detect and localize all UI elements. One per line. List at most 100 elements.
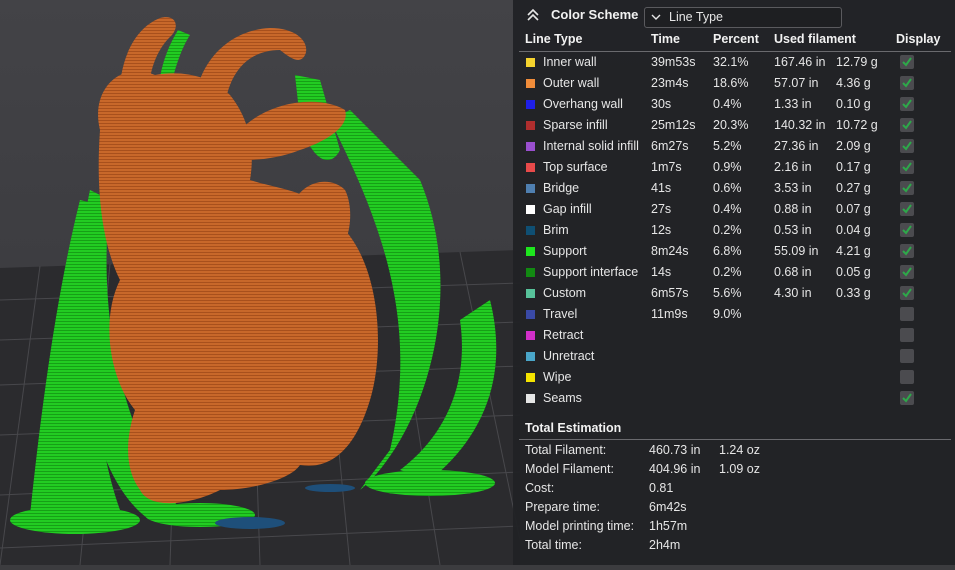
display-checkbox[interactable] xyxy=(900,97,914,111)
line-percent: 6.8% xyxy=(713,244,742,258)
line-time: 14s xyxy=(651,265,672,279)
line-length: 27.36 in xyxy=(774,139,819,153)
line-length: 167.46 in xyxy=(774,55,826,69)
estimation-row: Total Filament: 460.73 in 1.24 oz xyxy=(513,441,955,460)
line-weight: 2.09 g xyxy=(836,139,871,153)
check-icon xyxy=(902,162,912,172)
display-checkbox[interactable] xyxy=(900,181,914,195)
color-swatch xyxy=(526,247,535,256)
line-time: 1m7s xyxy=(651,160,682,174)
line-type-name: Retract xyxy=(543,328,584,342)
line-time: 8m24s xyxy=(651,244,689,258)
estimation-label: Cost: xyxy=(525,481,555,495)
table-row: Brim 12s 0.2% 0.53 in 0.04 g xyxy=(513,220,955,241)
line-percent: 5.2% xyxy=(713,139,742,153)
table-row: Bridge 41s 0.6% 3.53 in 0.27 g xyxy=(513,178,955,199)
line-time: 41s xyxy=(651,181,672,195)
line-length: 1.33 in xyxy=(774,97,812,111)
estimation-row: Model printing time: 1h57m xyxy=(513,517,955,536)
line-length: 4.30 in xyxy=(774,286,812,300)
line-type-name: Outer wall xyxy=(543,76,600,90)
table-row: Support 8m24s 6.8% 55.09 in 4.21 g xyxy=(513,241,955,262)
line-type-name: Wipe xyxy=(543,370,572,384)
check-icon xyxy=(902,393,912,403)
line-type-name: Support interface xyxy=(543,265,639,279)
color-swatch xyxy=(526,205,535,214)
line-weight: 0.17 g xyxy=(836,160,871,174)
line-weight: 0.33 g xyxy=(836,286,871,300)
color-swatch xyxy=(526,352,535,361)
line-length: 3.53 in xyxy=(774,181,812,195)
estimation-row: Model Filament: 404.96 in 1.09 oz xyxy=(513,460,955,479)
line-length: 55.09 in xyxy=(774,244,819,258)
color-swatch xyxy=(526,58,535,67)
color-swatch xyxy=(526,289,535,298)
col-line-type: Line Type xyxy=(525,32,583,46)
color-scheme-dropdown[interactable]: Line Type xyxy=(644,7,842,28)
line-time: 25m12s xyxy=(651,118,696,132)
check-icon xyxy=(902,78,912,88)
line-percent: 0.2% xyxy=(713,265,742,279)
line-percent: 0.9% xyxy=(713,160,742,174)
color-swatch xyxy=(526,79,535,88)
line-type-name: Top surface xyxy=(543,160,608,174)
line-type-name: Gap infill xyxy=(543,202,592,216)
estimation-label: Total Filament: xyxy=(525,443,607,457)
table-row: Travel 11m9s 9.0% xyxy=(513,304,955,325)
display-checkbox[interactable] xyxy=(900,139,914,153)
check-icon xyxy=(902,99,912,109)
line-type-name: Internal solid infill xyxy=(543,139,639,153)
table-row: Sparse infill 25m12s 20.3% 140.32 in 10.72 g xyxy=(513,115,955,136)
display-checkbox[interactable] xyxy=(900,244,914,258)
display-checkbox[interactable] xyxy=(900,286,914,300)
line-percent: 0.6% xyxy=(713,181,742,195)
line-time: 30s xyxy=(651,97,672,111)
line-percent: 32.1% xyxy=(713,55,749,69)
line-time: 11m9s xyxy=(651,307,688,321)
line-length: 57.07 in xyxy=(774,76,819,90)
line-percent: 0.4% xyxy=(713,97,742,111)
display-checkbox[interactable] xyxy=(900,391,914,405)
line-weight: 0.10 g xyxy=(836,97,871,111)
line-time: 23m4s xyxy=(651,76,689,90)
display-checkbox[interactable] xyxy=(900,265,914,279)
line-time: 6m27s xyxy=(651,139,689,153)
color-swatch xyxy=(526,163,535,172)
check-icon xyxy=(902,57,912,67)
line-percent: 9.0% xyxy=(713,307,742,321)
display-checkbox[interactable] xyxy=(900,349,914,363)
line-length: 0.68 in xyxy=(774,265,812,279)
line-type-name: Unretract xyxy=(543,349,595,363)
display-checkbox[interactable] xyxy=(900,328,914,342)
line-length: 0.53 in xyxy=(774,223,812,237)
estimation-row: Prepare time: 6m42s xyxy=(513,498,955,517)
collapse-icon[interactable] xyxy=(525,7,541,23)
line-type-name: Custom xyxy=(543,286,587,300)
line-type-name: Support xyxy=(543,244,587,258)
table-row: Inner wall 39m53s 32.1% 167.46 in 12.79 g xyxy=(513,52,955,73)
display-checkbox[interactable] xyxy=(900,55,914,69)
color-swatch xyxy=(526,268,535,277)
color-scheme-title: Color Scheme xyxy=(551,7,639,22)
check-icon xyxy=(902,183,912,193)
line-weight: 12.79 g xyxy=(836,55,878,69)
display-checkbox[interactable] xyxy=(900,370,914,384)
line-weight: 0.04 g xyxy=(836,223,871,237)
display-checkbox[interactable] xyxy=(900,160,914,174)
check-icon xyxy=(902,204,912,214)
table-row: Internal solid infill 6m27s 5.2% 27.36 in 2.… xyxy=(513,136,955,157)
check-icon xyxy=(902,246,912,256)
color-swatch xyxy=(526,184,535,193)
display-checkbox[interactable] xyxy=(900,202,914,216)
line-weight: 0.07 g xyxy=(836,202,871,216)
display-checkbox[interactable] xyxy=(900,76,914,90)
col-display: Display xyxy=(896,32,941,46)
line-type-name: Inner wall xyxy=(543,55,597,69)
check-icon xyxy=(902,141,912,151)
table-row: Unretract xyxy=(513,346,955,367)
color-swatch xyxy=(526,100,535,109)
display-checkbox[interactable] xyxy=(900,118,914,132)
display-checkbox[interactable] xyxy=(900,223,914,237)
display-checkbox[interactable] xyxy=(900,307,914,321)
line-time: 39m53s xyxy=(651,55,696,69)
